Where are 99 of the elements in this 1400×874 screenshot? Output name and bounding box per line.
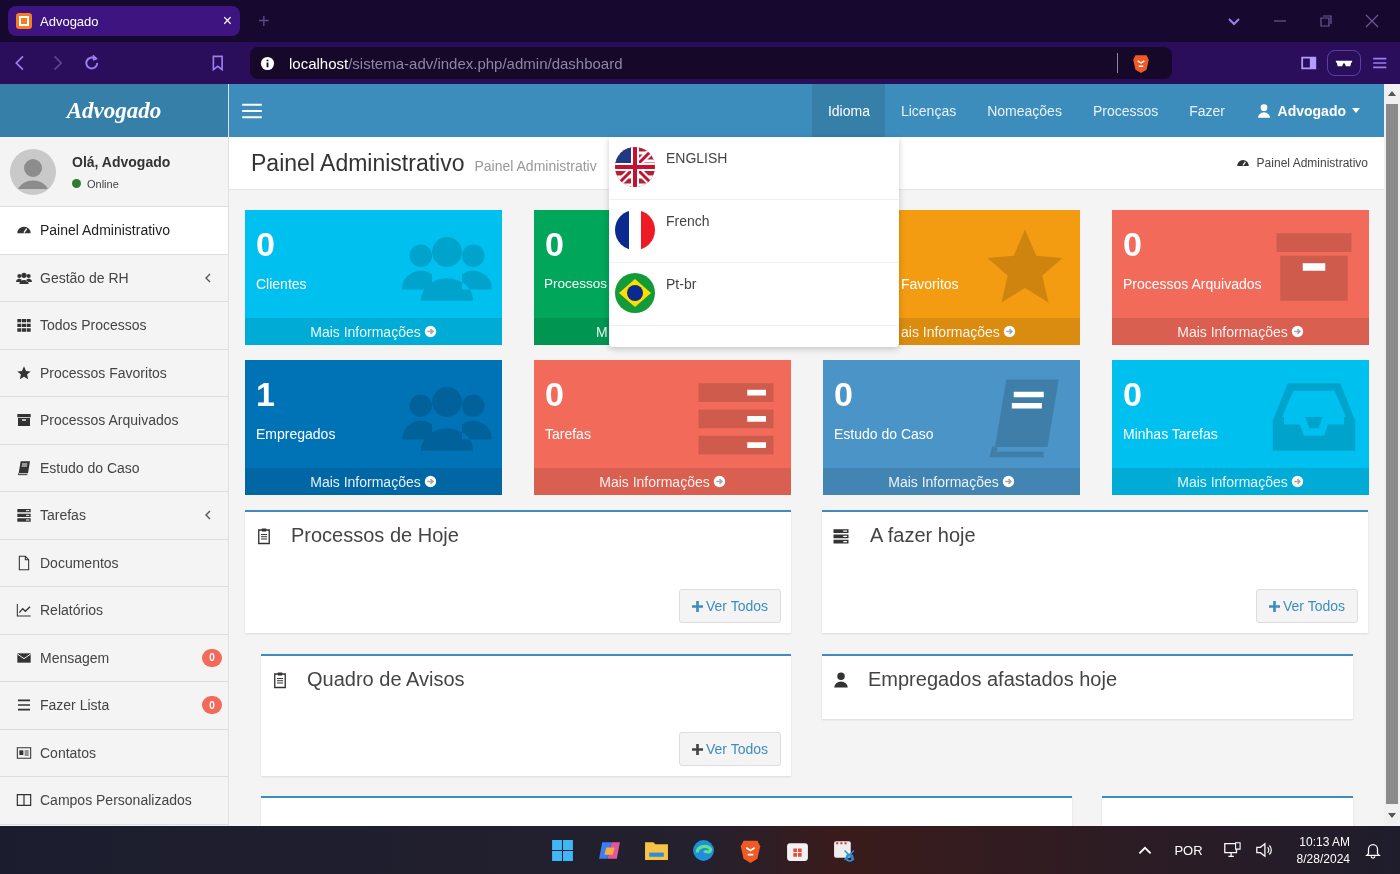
sidebar-item[interactable]: Tarefas <box>0 492 228 540</box>
stat-value: 1 <box>256 374 275 414</box>
sidebar-item[interactable]: Gestão de RH <box>0 254 228 302</box>
clipboard-icon <box>271 670 289 689</box>
speaker-icon[interactable] <box>1254 841 1273 859</box>
contact-card-icon <box>16 744 32 761</box>
language-option[interactable]: ENGLISH <box>609 137 899 200</box>
panel-title: Empregados afastados hoje <box>868 668 1118 691</box>
plus-icon <box>692 600 703 612</box>
tab-title: Advogado <box>40 13 100 29</box>
user-icon <box>1255 102 1272 119</box>
diamond-flag-icon <box>615 273 655 313</box>
tab-close-button[interactable]: × <box>222 12 232 30</box>
columns-icon <box>16 792 32 809</box>
system-clock[interactable]: 10:13 AM 8/28/2024 <box>1296 834 1350 866</box>
sidebar-item[interactable]: Todos Processos <box>0 302 228 350</box>
page-title: Painel Administrativo <box>251 149 465 177</box>
arrow-circle-icon <box>423 325 437 338</box>
online-status-dot <box>72 179 81 188</box>
stacked-bars-icon <box>832 526 850 545</box>
archive-box-icon <box>16 412 32 429</box>
panel-title: Quadro de Avisos <box>307 668 465 691</box>
input-language[interactable]: POR <box>1174 842 1203 858</box>
stat-label: Processos <box>544 276 608 291</box>
stat-value: 0 <box>1123 374 1142 414</box>
network-monitor-icon[interactable] <box>1222 841 1241 859</box>
stat-label: Minhas Tarefas <box>1123 426 1218 442</box>
close-icon[interactable] <box>1364 13 1380 29</box>
browser-swirl-icon[interactable] <box>691 837 716 863</box>
user-icon <box>832 670 850 689</box>
stat-value: 0 <box>545 224 564 264</box>
arrow-circle-icon <box>1290 475 1304 488</box>
clipboard-icon <box>255 526 273 545</box>
info-icon[interactable] <box>260 55 275 71</box>
count-badge: 0 <box>202 696 222 715</box>
sidebar-item[interactable]: Documentos <box>0 539 228 587</box>
language-option[interactable]: French <box>609 200 899 263</box>
stat-label: Empregados <box>256 426 336 442</box>
book-icon <box>16 459 32 476</box>
sidebar-item[interactable]: Campos Personalizados <box>0 777 228 825</box>
count-badge: 0 <box>202 648 222 667</box>
windows-start-icon[interactable] <box>550 837 575 863</box>
document-icon <box>16 554 32 571</box>
private-glasses-button[interactable] <box>1327 50 1361 76</box>
plus-icon <box>692 743 703 755</box>
lion-shield-icon[interactable] <box>1131 53 1150 73</box>
star-icon <box>16 364 32 381</box>
sidebar-item[interactable]: Painel Administrativo <box>0 207 228 255</box>
app-logo[interactable]: Advogado <box>66 97 162 124</box>
arrow-circle-icon <box>1001 475 1015 488</box>
grid-icon <box>16 317 32 334</box>
more-info-link[interactable]: Mais Informações <box>245 468 502 495</box>
stat-label: Processos Arquivados <box>1123 276 1262 292</box>
sidebar-panel-icon[interactable] <box>1299 54 1318 72</box>
list-icon <box>16 697 32 714</box>
stat-value: 0 <box>1123 224 1142 264</box>
plus-icon <box>1269 600 1280 612</box>
line-chart-icon <box>16 602 32 619</box>
app-favicon-icon <box>16 13 32 29</box>
nav-link[interactable]: Idioma <box>812 84 886 137</box>
avatar-silhouette <box>10 148 56 195</box>
stat-label: Favoritos <box>901 276 959 292</box>
caret-down-icon <box>1352 108 1360 113</box>
user-menu[interactable]: Advogado <box>1240 102 1360 119</box>
sidebar-item[interactable]: Estudo do Caso <box>0 444 228 492</box>
stat-value: 0 <box>834 374 853 414</box>
stat-label: Estudo do Caso <box>834 426 934 442</box>
stat-value: 0 <box>256 224 275 264</box>
stat-label: Clientes <box>256 276 307 292</box>
sunglasses-icon <box>1335 58 1353 68</box>
more-info-link[interactable]: Mais Informações <box>823 468 1080 495</box>
panel-title: A fazer hoje <box>870 524 976 547</box>
arrow-circle-icon <box>1002 325 1016 338</box>
online-status: Online <box>87 177 119 190</box>
menu-icon[interactable] <box>241 102 263 119</box>
bell-icon[interactable] <box>1364 841 1382 859</box>
arrow-circle-icon <box>712 475 726 488</box>
stacked-bars-icon <box>16 507 32 524</box>
reload-icon[interactable] <box>83 54 101 72</box>
sidebar-item[interactable]: Processos Arquivados <box>0 397 228 445</box>
sidebar-item[interactable]: Relatórios <box>0 587 228 635</box>
panel-title: Processos de Hoje <box>291 524 459 547</box>
sidebar-item[interactable]: Fazer Lista 0 <box>0 682 228 730</box>
stat-label: Tarefas <box>545 426 591 442</box>
arrow-circle-icon <box>1290 325 1304 338</box>
user-greeting: Olá, Advogado <box>72 153 171 170</box>
tricolor-flag-icon <box>615 210 655 250</box>
sidebar-item[interactable]: Processos Favoritos <box>0 349 228 397</box>
language-option[interactable]: Pt-br <box>609 263 899 326</box>
sidebar-item[interactable]: Contatos <box>0 729 228 777</box>
breadcrumb[interactable]: Painel Administrativo <box>1235 156 1368 170</box>
address-bar[interactable]: localhost/sistema-adv/index.php/admin/dashboard <box>250 47 1172 79</box>
browser-tab[interactable]: Advogado × <box>8 6 240 36</box>
arrow-circle-icon <box>423 475 437 488</box>
striped-flag-icon <box>615 147 655 187</box>
url-text: localhost/sistema-adv/index.php/admin/dashboard <box>289 54 624 72</box>
stat-value: 0 <box>545 374 564 414</box>
sidebar-item[interactable]: Mensagem 0 <box>0 634 228 682</box>
page-subtitle: Painel Administrativ <box>474 157 597 174</box>
